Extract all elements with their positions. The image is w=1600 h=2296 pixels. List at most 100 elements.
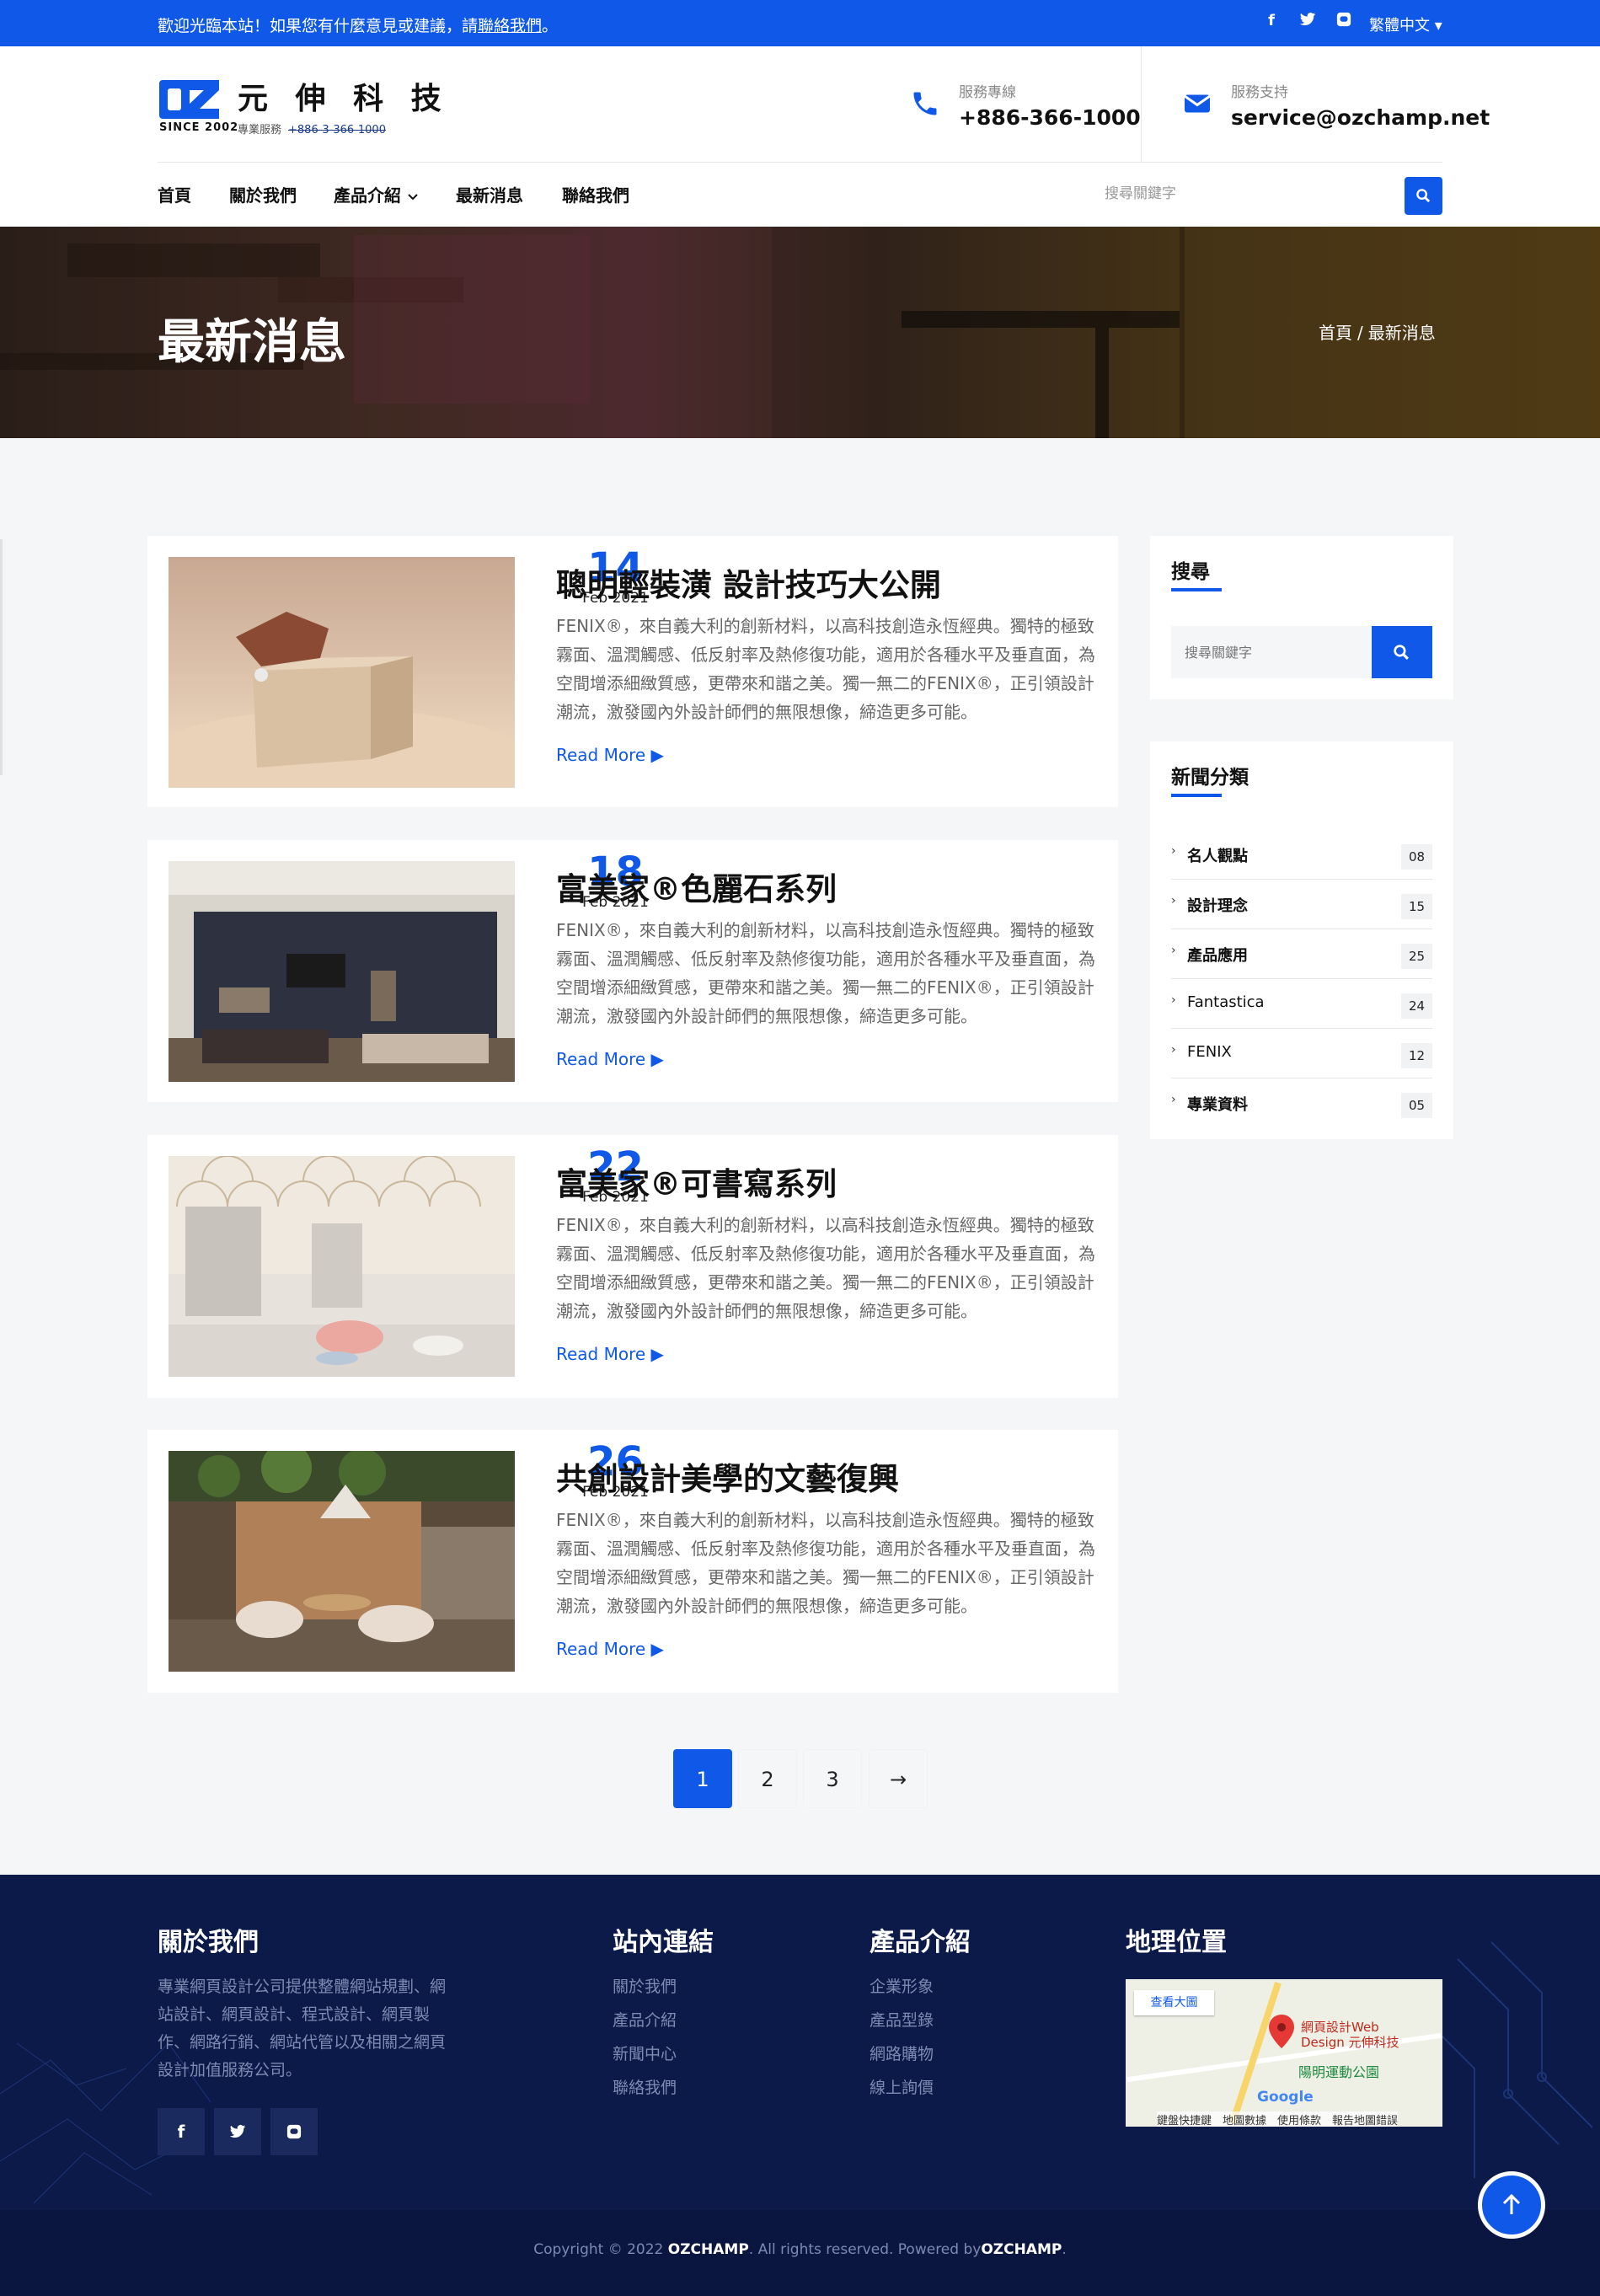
side-edge-tab (0, 539, 3, 775)
news-post: 14 Feb 2021 聰明輕裝潢 設計技巧大公開 FENIX®，來自義大利的創… (147, 536, 1118, 807)
post-thumbnail[interactable] (169, 861, 515, 1082)
view-larger-map-button[interactable]: 查看大圖 (1134, 1990, 1214, 2015)
footer-decor-circuit (1431, 1941, 1593, 2178)
mail-icon (1184, 94, 1211, 113)
twitter-icon[interactable] (214, 2108, 261, 2155)
post-title[interactable]: 富美家®色麗石系列 (556, 864, 837, 909)
post-thumbnail[interactable] (169, 1451, 515, 1672)
footer-link[interactable]: 聯絡我們 (613, 2075, 677, 2098)
nav-item-news[interactable]: 最新消息 (456, 182, 523, 206)
nav-item-products[interactable]: 產品介紹 (334, 182, 419, 206)
line-icon[interactable] (270, 2108, 318, 2155)
breadcrumb-current: 最新消息 (1367, 323, 1436, 343)
footer-product-link[interactable]: 企業形象 (870, 1974, 934, 1997)
read-more-link[interactable]: Read More ▶ (556, 1639, 664, 1659)
category-count: 08 (1401, 844, 1432, 870)
category-item[interactable]: › Fantastica 24 (1171, 979, 1432, 1029)
footer-products-title: 產品介紹 (870, 1928, 971, 1957)
category-count: 15 (1401, 894, 1432, 919)
header-search (1095, 173, 1442, 215)
map-pin-icon (1269, 2015, 1294, 2048)
company-logo-icon[interactable] (159, 80, 219, 119)
footer-links-title: 站內連結 (613, 1928, 714, 1957)
nav-item-products-label: 產品介紹 (334, 185, 401, 206)
footer-link[interactable]: 關於我們 (613, 1974, 677, 1997)
sidebar-categories-widget: 新聞分類 › 名人觀點 08 › 設計理念 15 › 產品應用 25 › Fan… (1150, 741, 1453, 1139)
copyright-mid: . All rights reserved. Powered by (748, 2241, 982, 2258)
footer-product-link[interactable]: 線上詢價 (870, 2075, 934, 2098)
chevron-down-icon (408, 194, 418, 201)
category-name: FENIX (1187, 1043, 1232, 1061)
footer-link[interactable]: 新聞中心 (613, 2042, 677, 2064)
widget-title: 新聞分類 (1171, 767, 1249, 789)
post-thumbnail[interactable] (169, 1156, 515, 1377)
phone-label: 服務專線 (959, 84, 1016, 101)
header-search-button[interactable] (1405, 177, 1442, 215)
footer-product-link[interactable]: 網路購物 (870, 2042, 934, 2064)
post-excerpt: FENIX®，來自義大利的創新材料，以高科技創造永恆經典。獨特的極致霧面、溫潤觸… (556, 616, 1095, 722)
category-name: 專業資料 (1187, 1096, 1248, 1114)
category-count: 12 (1401, 1043, 1432, 1068)
category-item[interactable]: › 名人觀點 08 (1171, 830, 1432, 880)
sidebar-search-widget: 搜尋 (1150, 536, 1453, 699)
contact-us-link[interactable]: 聯絡我們 (478, 17, 542, 35)
pagination-page-1[interactable]: 1 (673, 1749, 732, 1808)
top-bar: 歡迎光臨本站！如果您有什麼意見或建議，請聯絡我們。 f 繁體中文 ▾ (0, 0, 1600, 46)
category-name: 設計理念 (1187, 897, 1248, 915)
category-item[interactable]: › 專業資料 05 (1171, 1078, 1432, 1128)
footer-about-text: 專業網頁設計公司提供整體網站規劃、網站設計、網頁設計、程式設計、網頁製作、網路行… (158, 1978, 447, 2079)
footer-product-link[interactable]: 產品型錄 (870, 2008, 934, 2031)
breadcrumb-separator: / (1357, 323, 1363, 343)
breadcrumb-home[interactable]: 首頁 (1319, 323, 1352, 343)
widget-title-underline (1171, 794, 1222, 797)
post-thumbnail[interactable] (169, 557, 515, 788)
category-item[interactable]: › 設計理念 15 (1171, 880, 1432, 929)
facebook-icon[interactable]: f (1261, 12, 1282, 29)
read-more-link[interactable]: Read More ▶ (556, 745, 664, 765)
nav-item-home[interactable]: 首頁 (158, 182, 191, 206)
twitter-icon[interactable] (1298, 12, 1318, 31)
header-divider (158, 162, 1442, 163)
logo-sub-phone: +886-3-366-1000 (288, 124, 386, 136)
category-name: 名人觀點 (1187, 848, 1248, 865)
read-more-link[interactable]: Read More ▶ (556, 1344, 664, 1364)
welcome-message: 歡迎光臨本站！如果您有什麼意見或建議，請聯絡我們。 (158, 13, 558, 36)
site-footer: 關於我們 專業網頁設計公司提供整體網站規劃、網站設計、網頁設計、程式設計、網頁製… (0, 1875, 1600, 2296)
logo-since: SINCE 2002 (159, 121, 239, 134)
search-icon (1394, 645, 1409, 660)
widget-title-underline (1171, 588, 1222, 591)
read-more-link[interactable]: Read More ▶ (556, 1049, 664, 1069)
chevron-right-icon: › (1171, 944, 1176, 957)
sidebar-search-input[interactable] (1171, 626, 1373, 678)
line-icon[interactable] (1334, 12, 1354, 31)
sidebar-search-button[interactable] (1372, 626, 1432, 678)
language-selector[interactable]: 繁體中文 ▾ (1369, 13, 1442, 35)
footer-link[interactable]: 產品介紹 (613, 2008, 677, 2031)
footer-location-title: 地理位置 (1126, 1928, 1227, 1957)
email-address[interactable]: service@ozchamp.net (1231, 105, 1490, 130)
pagination-page-3[interactable]: 3 (803, 1749, 862, 1808)
phone-number[interactable]: +886-366-1000 (959, 105, 1141, 130)
company-name[interactable]: 元 伸 科 技 (238, 74, 450, 118)
pagination-next-arrow-icon[interactable]: → (869, 1749, 928, 1808)
footer-about-title: 關於我們 (158, 1928, 259, 1957)
pagination-page-2[interactable]: 2 (738, 1749, 797, 1808)
phone-icon (913, 92, 937, 115)
post-title[interactable]: 富美家®可書寫系列 (556, 1159, 837, 1204)
embedded-map[interactable]: 查看大圖 網頁設計Web Design 元伸科技 陽明運動公園 Google 鍵… (1126, 1979, 1442, 2127)
map-terms[interactable]: 鍵盤快捷鍵 地圖數據 使用條款 報告地圖錯誤 (1157, 2111, 1399, 2127)
category-item[interactable]: › FENIX 12 (1171, 1029, 1432, 1078)
nav-item-about[interactable]: 關於我們 (229, 182, 297, 206)
post-title[interactable]: 聰明輕裝潢 設計技巧大公開 (556, 559, 941, 605)
category-item[interactable]: › 產品應用 25 (1171, 929, 1432, 979)
post-excerpt: FENIX®，來自義大利的創新材料，以高科技創造永恆經典。獨特的極致霧面、溫潤觸… (556, 1215, 1095, 1321)
scroll-to-top-button[interactable] (1478, 2171, 1545, 2239)
header-search-input[interactable] (1095, 173, 1399, 215)
copyright-brand-powered[interactable]: OZCHAMP (981, 2241, 1062, 2258)
facebook-icon[interactable]: f (158, 2108, 205, 2155)
copyright-brand[interactable]: OZCHAMP (668, 2241, 749, 2258)
page-hero-banner: 最新消息 首頁 / 最新消息 (0, 227, 1600, 438)
post-title[interactable]: 共創設計美學的文藝復興 (556, 1453, 899, 1499)
post-excerpt: FENIX®，來自義大利的創新材料，以高科技創造永恆經典。獨特的極致霧面、溫潤觸… (556, 920, 1095, 1026)
nav-item-contact[interactable]: 聯絡我們 (562, 182, 629, 206)
